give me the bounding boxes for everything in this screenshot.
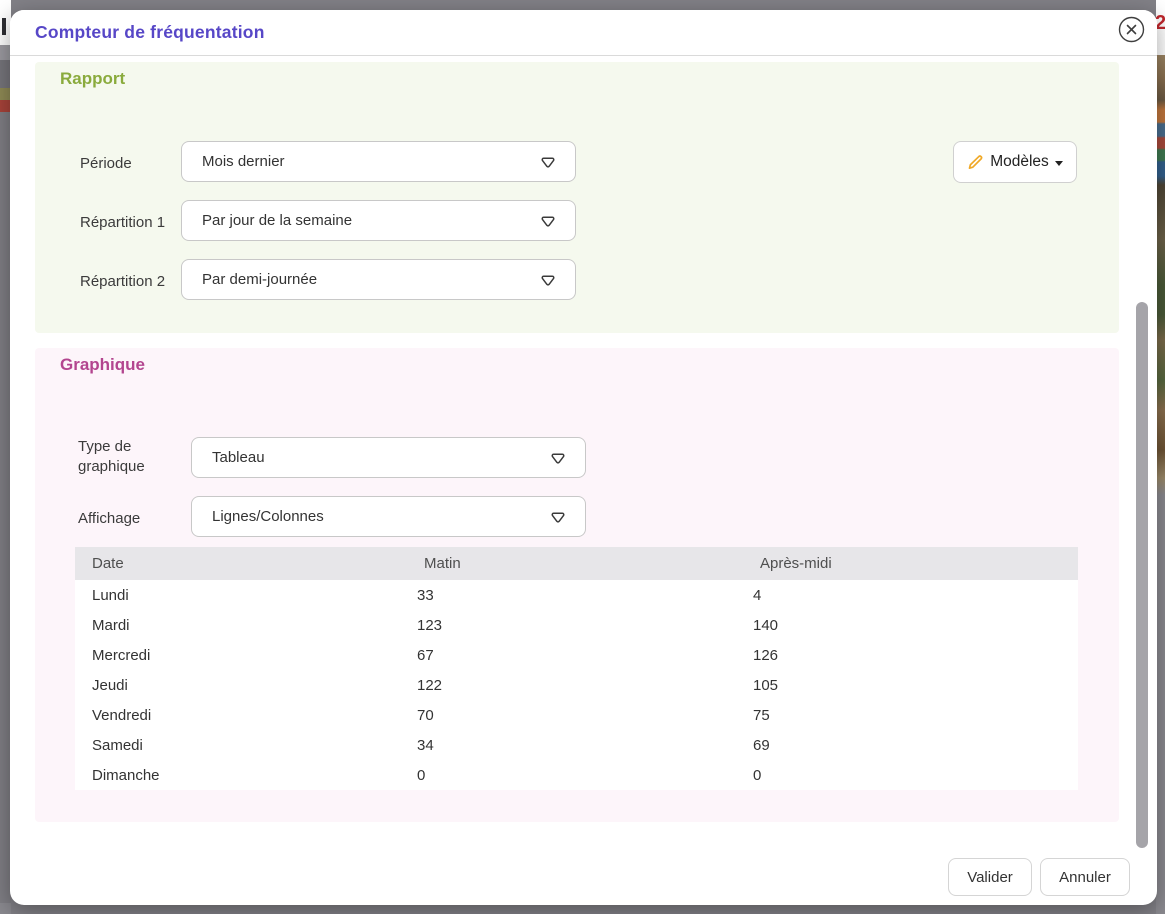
table-row: Vendredi7075 [75, 700, 1078, 730]
table-header-row: Date Matin Après-midi [75, 547, 1078, 580]
chevron-down-icon [549, 449, 567, 467]
modeles-button-label: Modèles [990, 153, 1049, 171]
table-cell: 4 [753, 580, 1078, 610]
repartition1-value: Par jour de la semaine [202, 212, 539, 229]
close-icon [1118, 31, 1145, 46]
table-cell: Jeudi [75, 670, 417, 700]
display-value: Lignes/Colonnes [212, 508, 549, 525]
background-text-fragment [2, 18, 6, 35]
repartition2-label: Répartition 2 [80, 272, 165, 292]
repartition2-value: Par demi-journée [202, 271, 539, 288]
table-cell: Mercredi [75, 640, 417, 670]
column-header-apres-midi: Après-midi [753, 547, 1078, 580]
rapport-section: Rapport Période Mois dernier Répartition… [35, 62, 1119, 333]
caret-down-icon [1055, 161, 1063, 166]
table-body: Lundi334Mardi123140Mercredi67126Jeudi122… [75, 580, 1078, 790]
table-cell: 75 [753, 700, 1078, 730]
column-header-date: Date [75, 547, 417, 580]
table-cell: 0 [753, 760, 1078, 790]
table-cell: 123 [417, 610, 753, 640]
table-cell: 69 [753, 730, 1078, 760]
table-cell: 33 [417, 580, 753, 610]
modeles-button[interactable]: Modèles [953, 141, 1077, 183]
table-cell: Dimanche [75, 760, 417, 790]
display-label: Affichage [78, 509, 140, 529]
chevron-down-icon [539, 271, 557, 289]
table-cell: 122 [417, 670, 753, 700]
table-row: Samedi3469 [75, 730, 1078, 760]
chevron-down-icon [539, 153, 557, 171]
chart-type-select[interactable]: Tableau [191, 437, 586, 478]
repartition1-select[interactable]: Par jour de la semaine [181, 200, 576, 241]
table-row: Mercredi67126 [75, 640, 1078, 670]
repartition2-select[interactable]: Par demi-journée [181, 259, 576, 300]
dialog-title: Compteur de fréquentation [35, 10, 265, 55]
graphique-heading: Graphique [60, 355, 145, 375]
periode-select[interactable]: Mois dernier [181, 141, 576, 182]
table-cell: Mardi [75, 610, 417, 640]
graphique-section: Graphique Type de graphique Tableau Affi… [35, 348, 1119, 822]
chart-type-label-line2: graphique [78, 457, 145, 477]
table-cell: 140 [753, 610, 1078, 640]
table-cell: 70 [417, 700, 753, 730]
table-row: Jeudi122105 [75, 670, 1078, 700]
table-cell: Vendredi [75, 700, 417, 730]
attendance-table: Date Matin Après-midi Lundi334Mardi12314… [75, 547, 1078, 790]
table-cell: 126 [753, 640, 1078, 670]
pencil-icon [967, 154, 984, 171]
background-page-right-edge [1156, 0, 1165, 914]
chevron-down-icon [549, 508, 567, 526]
repartition1-label: Répartition 1 [80, 213, 165, 233]
table-cell: Samedi [75, 730, 417, 760]
chart-type-value: Tableau [212, 449, 549, 466]
table-row: Lundi334 [75, 580, 1078, 610]
chart-type-label: Type de graphique [78, 437, 145, 477]
periode-value: Mois dernier [202, 153, 539, 170]
table-cell: 34 [417, 730, 753, 760]
table-row: Mardi123140 [75, 610, 1078, 640]
periode-label: Période [80, 154, 132, 174]
chart-type-label-line1: Type de [78, 437, 145, 457]
dialog-header: Compteur de fréquentation [10, 10, 1157, 56]
table-cell: 67 [417, 640, 753, 670]
chevron-down-icon [539, 212, 557, 230]
rapport-heading: Rapport [60, 69, 125, 89]
column-header-matin: Matin [417, 547, 753, 580]
table-cell: Lundi [75, 580, 417, 610]
close-button[interactable] [1118, 16, 1145, 43]
table-cell: 0 [417, 760, 753, 790]
display-select[interactable]: Lignes/Colonnes [191, 496, 586, 537]
attendance-counter-dialog: Compteur de fréquentation Rapport Périod… [10, 10, 1157, 905]
cancel-button[interactable]: Annuler [1040, 858, 1130, 896]
table-cell: 105 [753, 670, 1078, 700]
validate-button[interactable]: Valider [948, 858, 1032, 896]
vertical-scrollbar-thumb[interactable] [1136, 302, 1148, 848]
table-row: Dimanche00 [75, 760, 1078, 790]
